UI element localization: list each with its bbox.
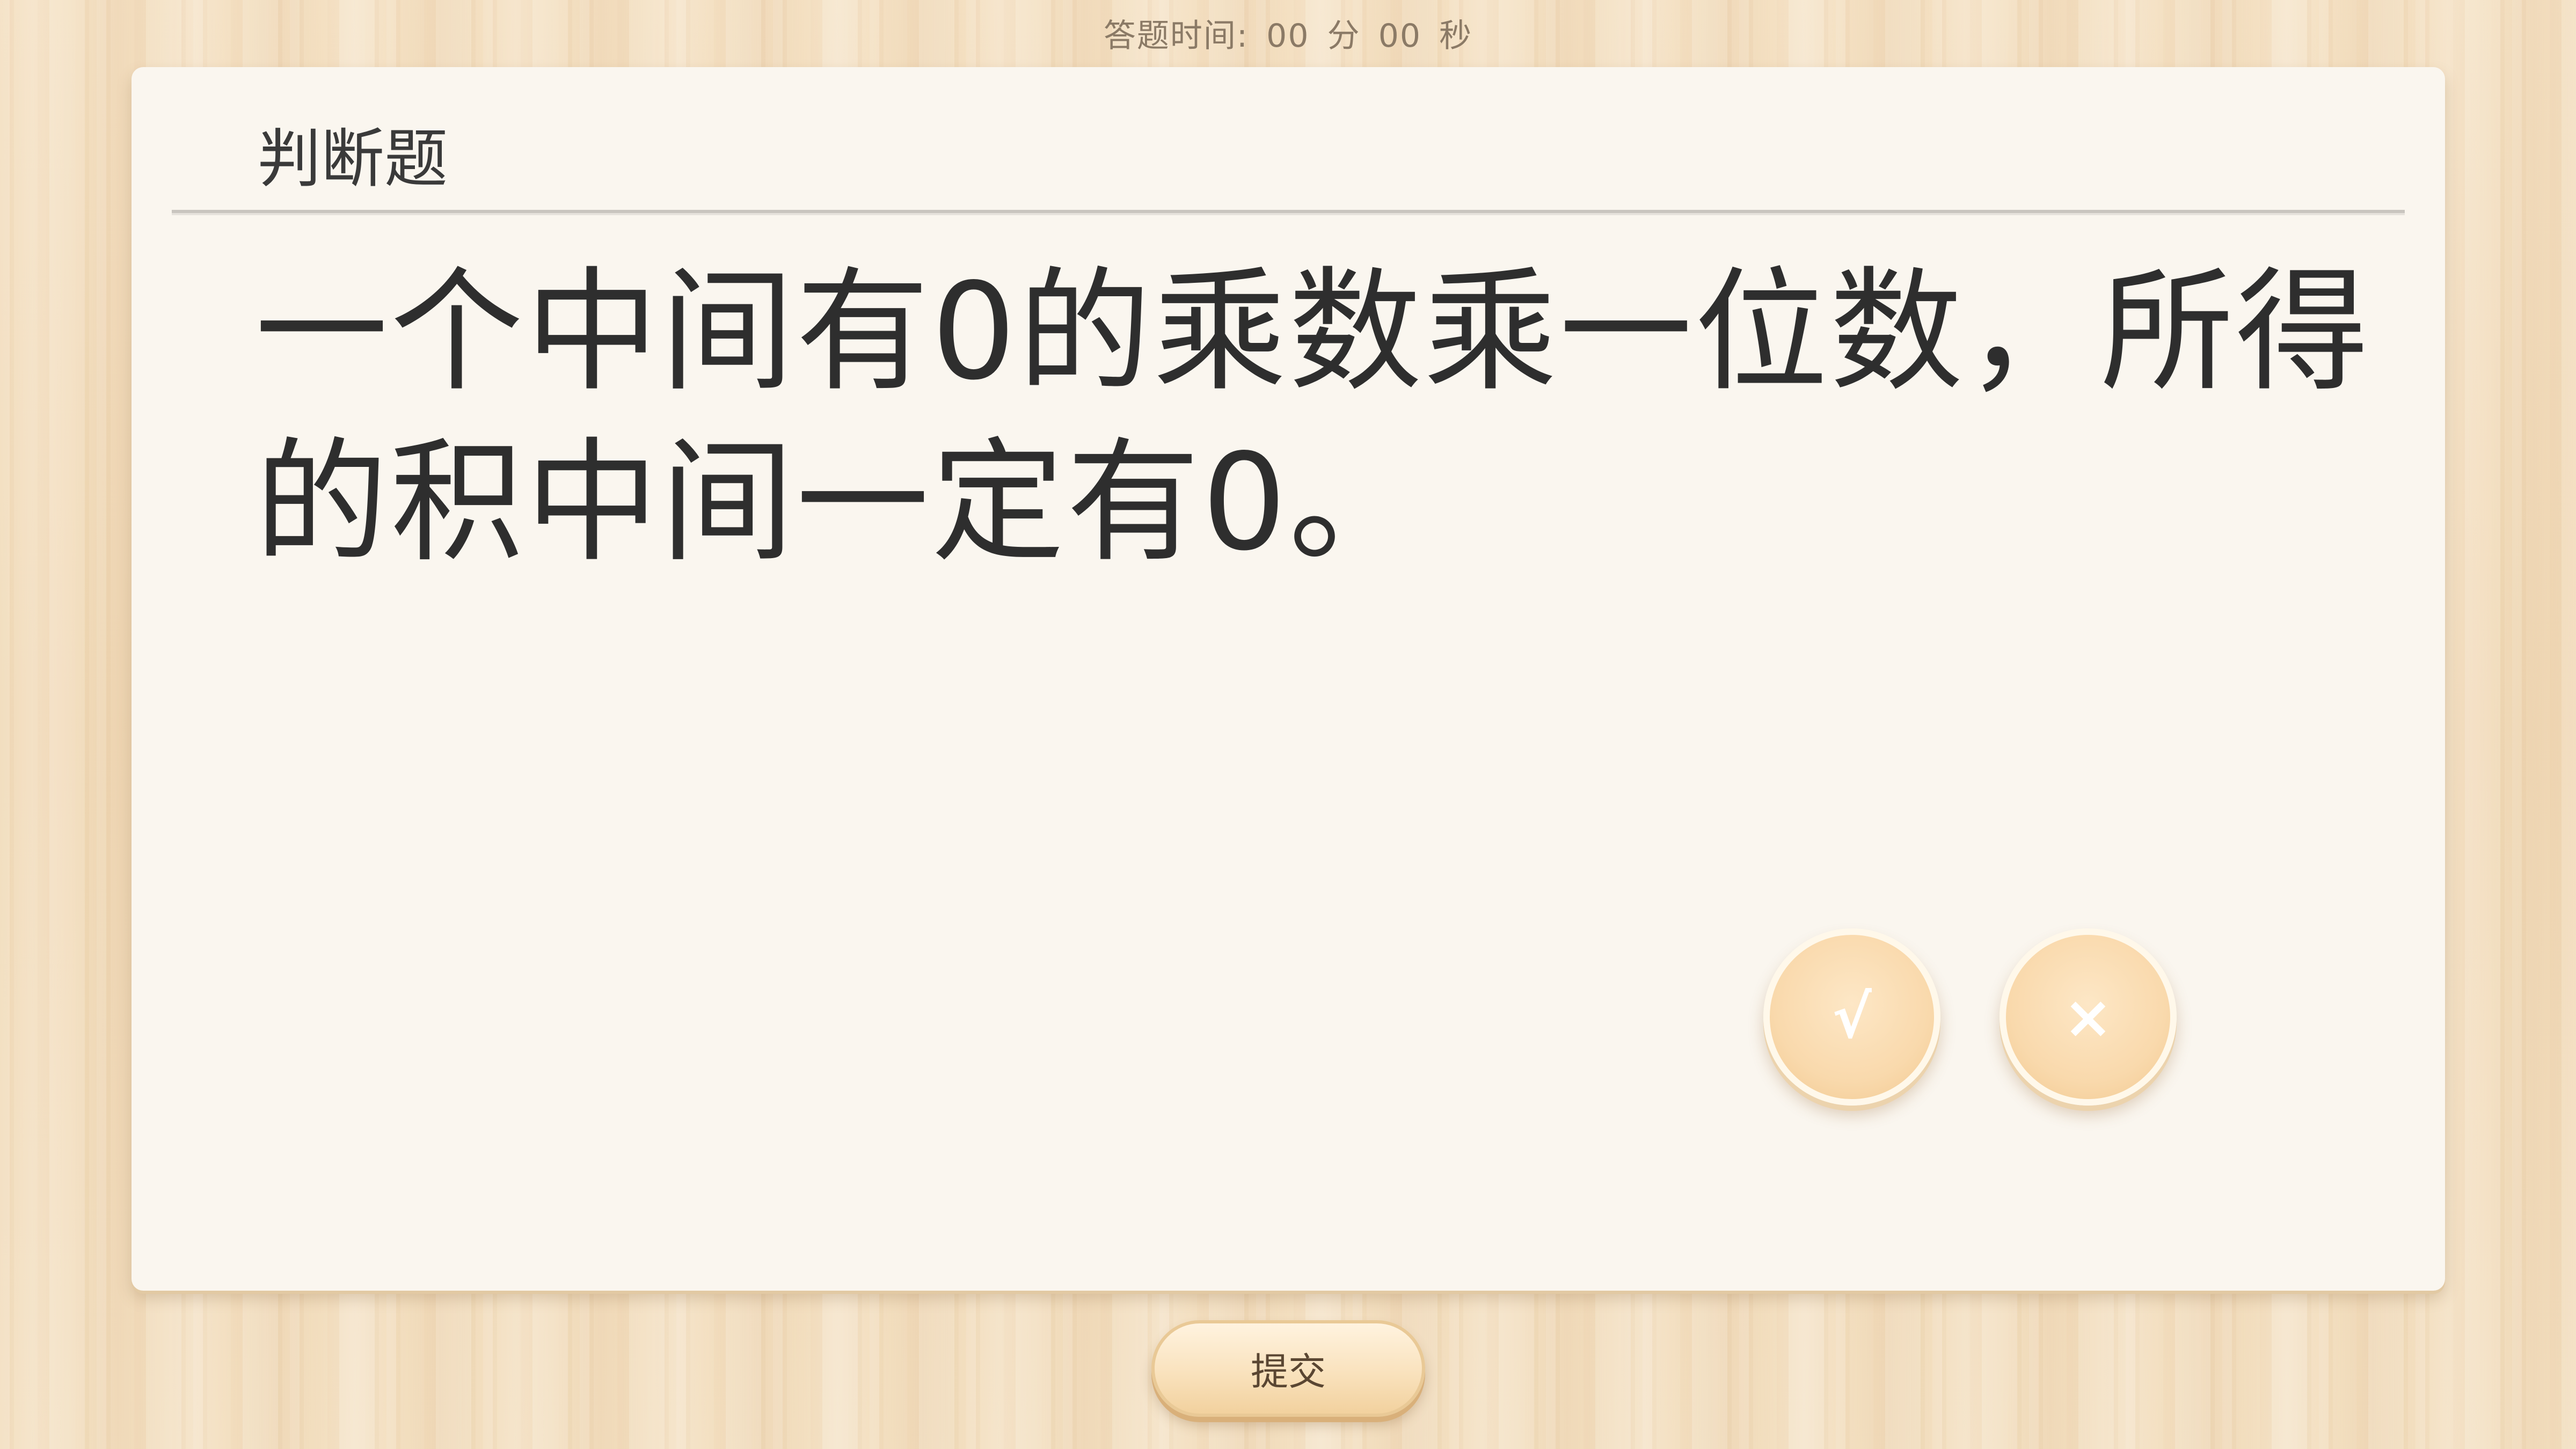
timer-seconds-unit: 秒	[1439, 17, 1473, 55]
timer-minutes-unit: 分	[1327, 17, 1361, 55]
timer-minutes: 00	[1266, 17, 1310, 55]
timer-label: 答题时间:	[1103, 17, 1249, 55]
false-answer-button[interactable]: ×	[1999, 928, 2177, 1106]
true-answer-button[interactable]: √	[1763, 928, 1940, 1106]
divider	[172, 210, 2405, 215]
timer-seconds: 00	[1378, 17, 1422, 55]
question-type-label: 判断题	[258, 122, 448, 196]
question-card: 判断题 一个中间有0的乘数乘一位数，所得的积中间一定有0。	[132, 67, 2445, 1291]
check-icon: √	[1832, 983, 1872, 1051]
cross-icon: ×	[2063, 983, 2113, 1051]
submit-label: 提交	[1251, 1349, 1326, 1394]
answer-timer: 答题时间: 00 分 00 秒	[0, 10, 2576, 56]
question-text: 一个中间有0的乘数乘一位数，所得的积中间一定有0。	[255, 255, 2371, 580]
submit-button[interactable]: 提交	[1151, 1320, 1425, 1417]
